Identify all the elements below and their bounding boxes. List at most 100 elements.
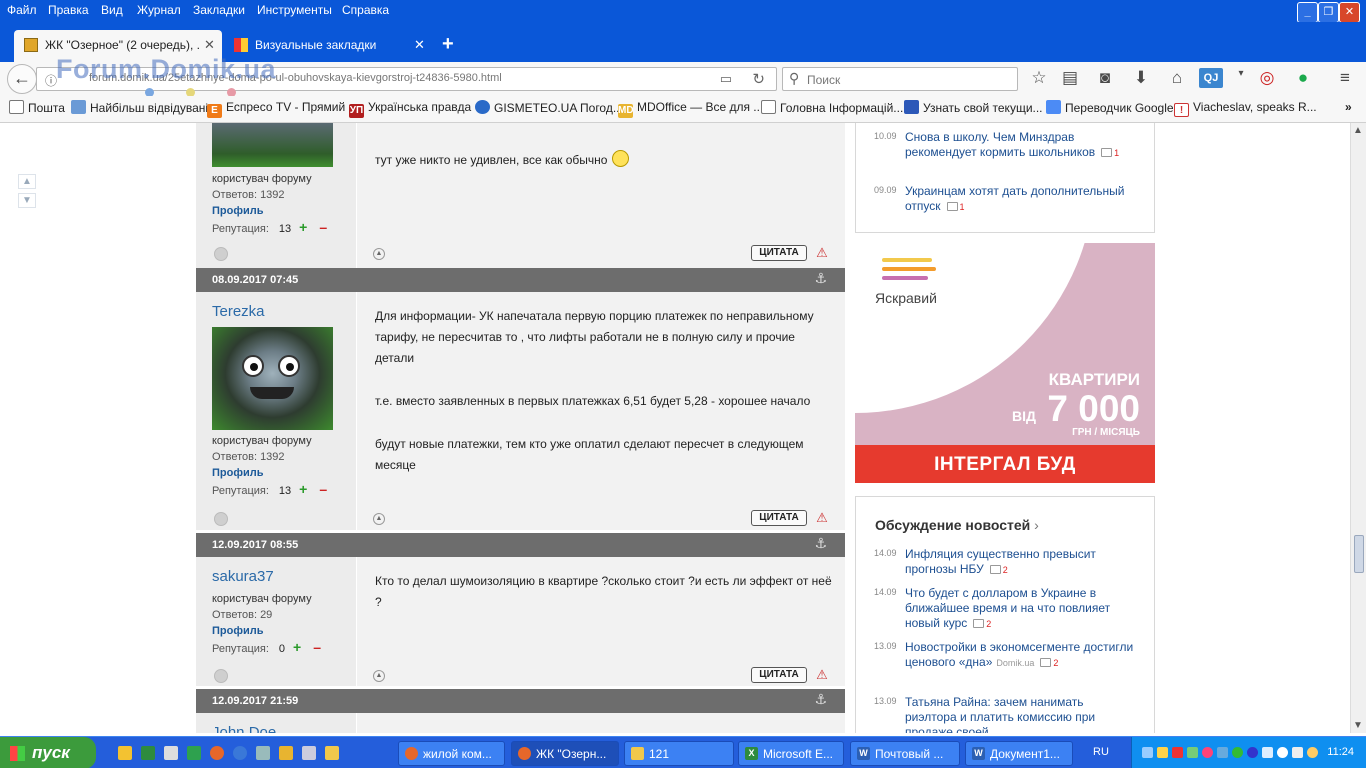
post-author-panel: John Doe — [196, 713, 356, 733]
task-button[interactable]: W Почтовый ... — [850, 741, 960, 766]
folder-icon[interactable] — [325, 746, 339, 760]
ad-banner[interactable]: Яскравий КВАРТИРИ ВІД 7 000 ГРН / МІСЯЦЬ… — [855, 243, 1155, 483]
reader-view-icon[interactable]: ▭ — [720, 71, 732, 87]
logo-stripe — [882, 276, 928, 280]
scroll-thumb[interactable] — [1354, 535, 1364, 573]
menu-history[interactable]: Журнал — [137, 3, 181, 17]
bookmark-item[interactable]: Пошта — [9, 100, 65, 115]
profile-link[interactable]: Профиль — [212, 205, 263, 217]
sync-extension-icon[interactable]: ◎ — [1256, 68, 1278, 88]
bookmark-item[interactable]: Узнать свой текущи... — [904, 100, 1043, 115]
scroll-down-arrow-icon[interactable]: ▼ — [1353, 720, 1363, 731]
home-icon[interactable]: ⌂ — [1166, 68, 1188, 88]
close-tab-icon[interactable]: ✕ — [414, 37, 425, 53]
download-icon[interactable]: ⬇ — [1130, 68, 1152, 88]
news-title[interactable]: Что будет с долларом в Украине в ближайш… — [905, 586, 1135, 632]
task-button[interactable]: X Microsoft E... — [738, 741, 844, 766]
dropdown-icon[interactable]: ▾ — [1230, 68, 1252, 79]
word-icon: W — [972, 747, 985, 760]
profile-link[interactable]: Профиль — [212, 467, 263, 479]
grammarly-icon[interactable]: ● — [1292, 68, 1314, 88]
search-bar[interactable]: ⚲ Поиск — [782, 67, 1018, 91]
rep-plus-button[interactable]: + — [299, 219, 307, 235]
more-bookmarks-icon[interactable]: » — [1345, 100, 1352, 114]
page-scrollbar[interactable]: ▲ ▼ — [1350, 123, 1366, 733]
reload-icon[interactable]: ↻ — [752, 70, 765, 88]
bookmark-item[interactable]: E Еспресо TV - Прямий ... — [207, 100, 359, 118]
author-name[interactable]: Terezka — [212, 303, 265, 320]
anchor-icon[interactable]: ⚓ — [814, 270, 827, 287]
menu-file[interactable]: Файл — [7, 3, 37, 17]
mdoffice-icon[interactable] — [279, 746, 293, 760]
library-icon[interactable]: ▤ — [1059, 68, 1081, 88]
bookmark-item[interactable]: Переводчик Google — [1046, 100, 1174, 115]
bookmark-item[interactable]: УП Українська правда — [349, 100, 471, 118]
new-tab-icon[interactable]: + — [442, 33, 454, 56]
tool-icon[interactable] — [302, 746, 316, 760]
rep-plus-button[interactable]: + — [299, 481, 307, 497]
excel-icon[interactable] — [141, 746, 155, 760]
bookmark-item[interactable]: ! Viacheslav, speaks R... — [1174, 100, 1317, 117]
quote-button[interactable]: ЦИТАТА — [751, 510, 807, 526]
report-icon[interactable]: ⚠ — [813, 245, 831, 261]
network-icon[interactable] — [256, 746, 270, 760]
news-title[interactable]: Татьяна Райна: зачем нанимать риэлтора и… — [905, 695, 1135, 733]
bookmark-item[interactable]: GISMETEO.UA Погод... — [475, 100, 623, 115]
author-name[interactable]: sakura37 — [212, 568, 274, 585]
bookmark-star-icon[interactable]: ☆ — [1028, 68, 1050, 88]
bookmark-item[interactable]: Найбільш відвідувані — [71, 100, 208, 115]
author-name[interactable]: John Doe — [212, 724, 276, 733]
menu-help[interactable]: Справка — [342, 3, 389, 17]
back-button[interactable]: ← — [7, 64, 37, 94]
comment-icon — [973, 619, 985, 628]
pocket-icon[interactable]: ◙ — [1094, 68, 1116, 88]
speaks-icon: ! — [1174, 103, 1189, 117]
rep-minus-button[interactable]: – — [319, 219, 327, 235]
scroll-up-arrow-icon[interactable]: ▲ — [1353, 125, 1363, 136]
notepad-icon[interactable] — [164, 746, 178, 760]
close-tab-icon[interactable]: ✕ — [204, 37, 215, 53]
hamburger-menu-icon[interactable]: ≡ — [1334, 68, 1356, 88]
report-icon[interactable]: ⚠ — [813, 510, 831, 526]
minimize-button[interactable]: _ — [1297, 2, 1318, 23]
task-button[interactable]: ЖК "Озерн... — [511, 741, 619, 766]
task-button[interactable]: 121 — [624, 741, 734, 766]
maximize-button[interactable]: ❐ — [1318, 2, 1339, 23]
menu-view[interactable]: Вид — [101, 3, 123, 17]
quicklaunch-icon[interactable] — [118, 746, 132, 760]
start-button[interactable]: пуск — [0, 737, 96, 768]
firefox-icon[interactable] — [210, 746, 224, 760]
task-button[interactable]: жилой ком... — [398, 741, 505, 766]
browser-icon[interactable] — [233, 746, 247, 760]
bookmark-item[interactable]: Головна Інформацій... — [761, 100, 903, 115]
section-title[interactable]: Обсуждение новостей › — [875, 517, 1039, 533]
rep-plus-button[interactable]: + — [293, 639, 301, 655]
scroll-down-icon[interactable]: ▼ — [18, 193, 36, 208]
scroll-to-top-icon[interactable]: ▲ — [373, 513, 385, 525]
quote-button[interactable]: ЦИТАТА — [751, 667, 807, 683]
rep-minus-button[interactable]: – — [319, 481, 327, 497]
rep-minus-button[interactable]: – — [313, 639, 321, 655]
scroll-to-top-icon[interactable]: ▲ — [373, 248, 385, 260]
language-indicator[interactable]: RU — [1093, 746, 1109, 758]
close-window-button[interactable]: ✕ — [1339, 2, 1360, 23]
news-title[interactable]: Новостройки в экономсегменте достигли це… — [905, 640, 1135, 671]
news-title[interactable]: Снова в школу. Чем Минздрав рекомендует … — [905, 130, 1135, 161]
report-icon[interactable]: ⚠ — [813, 667, 831, 683]
bookmark-item[interactable]: MD MDOffice — Все для ... — [618, 100, 763, 118]
anchor-icon[interactable]: ⚓ — [814, 535, 827, 552]
menu-bookmarks[interactable]: Закладки — [193, 3, 245, 17]
news-title[interactable]: Инфляция существенно превысит прогнозы Н… — [905, 547, 1135, 578]
profile-link[interactable]: Профиль — [212, 625, 263, 637]
quote-button[interactable]: ЦИТАТА — [751, 245, 807, 261]
qj-extension-icon[interactable]: QJ — [1199, 68, 1223, 88]
menu-tools[interactable]: Инструменты — [257, 3, 332, 17]
calc-icon[interactable] — [187, 746, 201, 760]
anchor-icon[interactable]: ⚓ — [814, 691, 827, 708]
news-title[interactable]: Украинцам хотят дать дополнительный отпу… — [905, 184, 1135, 215]
menu-edit[interactable]: Правка — [48, 3, 89, 17]
scroll-up-icon[interactable]: ▲ — [18, 174, 36, 189]
scroll-to-top-icon[interactable]: ▲ — [373, 670, 385, 682]
task-button[interactable]: W Документ1... — [965, 741, 1073, 766]
reply-count: Ответов: 1392 — [212, 189, 285, 201]
